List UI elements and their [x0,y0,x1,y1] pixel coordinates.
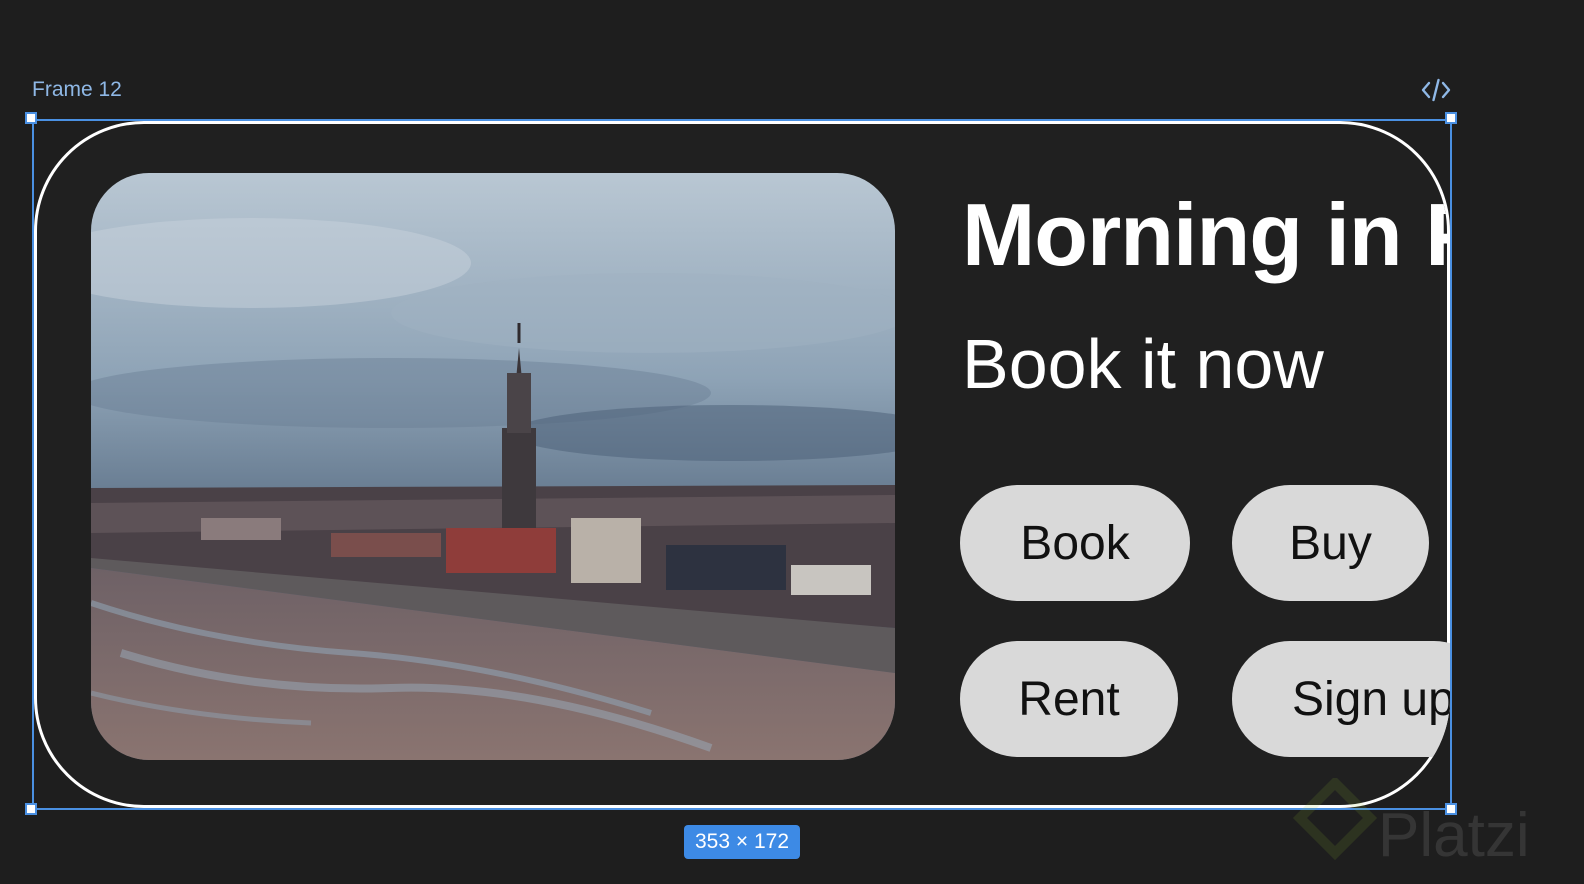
code-icon[interactable] [1420,76,1452,104]
rent-button[interactable]: Rent [960,641,1178,757]
resize-handle-top-left[interactable] [25,112,37,124]
watermark-text: Platzi [1378,801,1530,870]
resize-handle-bottom-left[interactable] [25,803,37,815]
frame-label[interactable]: Frame 12 [32,78,122,102]
card-title: Morning in P [962,185,1450,284]
signup-button[interactable]: Sign up [1232,641,1450,757]
city-photo [91,173,895,760]
card-subtitle: Book it now [962,325,1324,403]
book-button[interactable]: Book [960,485,1190,601]
design-canvas[interactable]: Frame 12 Morning in P Book it now Book B… [0,0,1584,884]
buy-button[interactable]: Buy [1232,485,1429,601]
size-badge: 353 × 172 [684,825,800,859]
resize-handle-top-right[interactable] [1445,112,1457,124]
